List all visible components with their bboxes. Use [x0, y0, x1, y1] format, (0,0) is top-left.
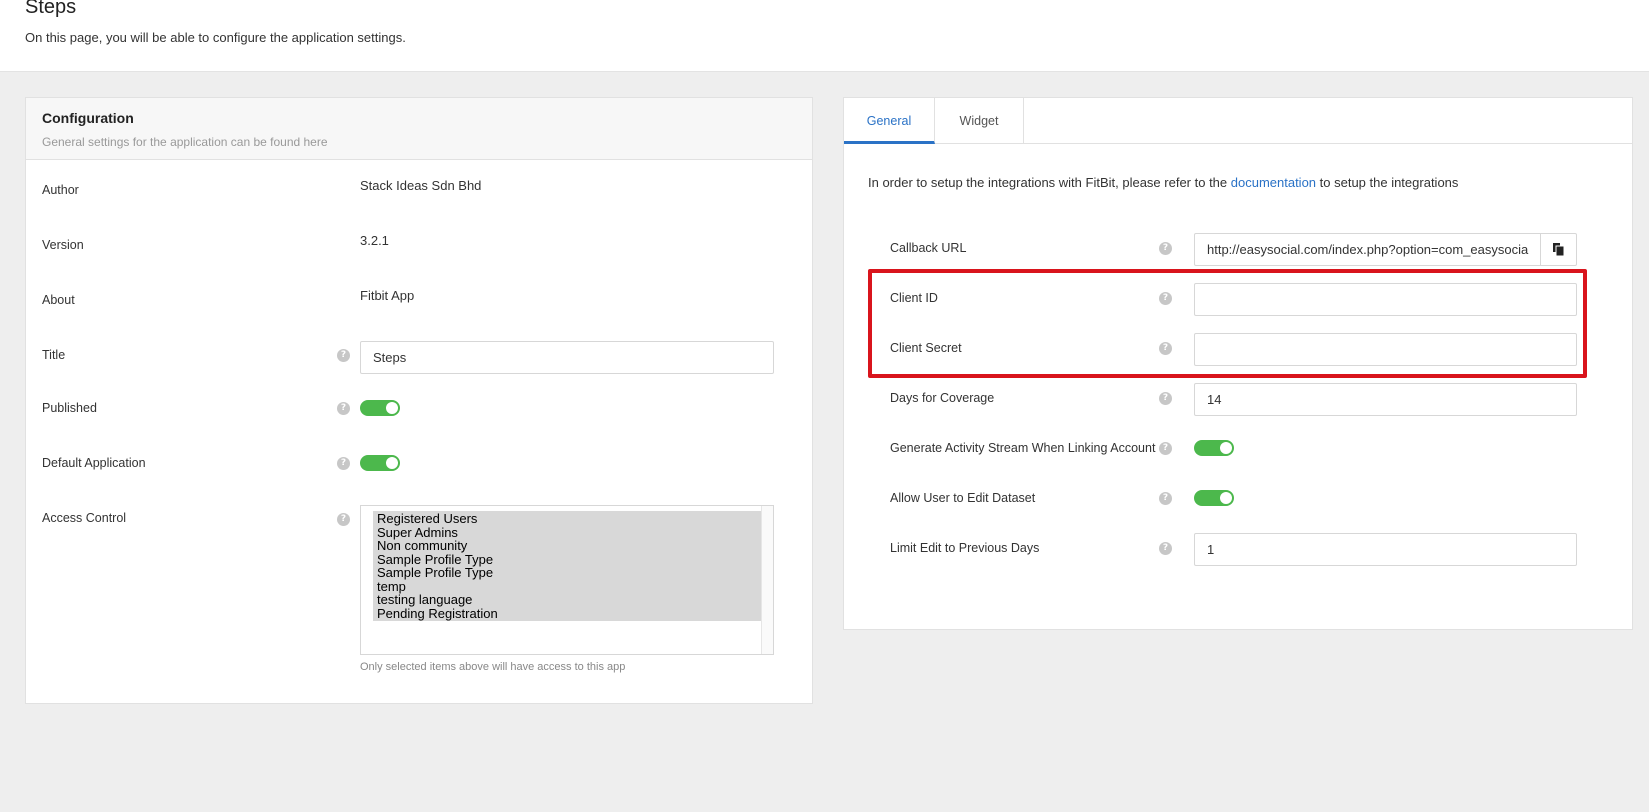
- version-value: 3.2.1: [360, 233, 389, 248]
- access-control-label: Access Control: [42, 511, 127, 525]
- listbox-option[interactable]: Sample Profile Type: [377, 565, 493, 580]
- help-icon[interactable]: ?: [1159, 442, 1172, 455]
- default-application-label: Default Application: [42, 456, 146, 470]
- help-icon[interactable]: ?: [337, 457, 350, 470]
- help-icon[interactable]: ?: [1159, 492, 1172, 505]
- access-control-listbox[interactable]: Registered Users Super Admins Non commun…: [360, 505, 774, 655]
- published-toggle[interactable]: [360, 400, 400, 416]
- tab-widget[interactable]: Widget: [935, 98, 1024, 144]
- listbox-scrollbar[interactable]: [761, 506, 773, 654]
- limit-edit-label: Limit Edit to Previous Days: [890, 541, 1040, 555]
- about-label: About: [42, 293, 75, 307]
- tab-general[interactable]: General: [844, 98, 935, 144]
- settings-panel: General Widget In order to setup the int…: [843, 97, 1633, 630]
- days-coverage-label: Days for Coverage: [890, 391, 995, 405]
- configuration-subtitle: General settings for the application can…: [42, 135, 328, 149]
- help-icon[interactable]: ?: [1159, 342, 1172, 355]
- help-icon[interactable]: ?: [337, 402, 350, 415]
- help-icon[interactable]: ?: [337, 349, 350, 362]
- intro-text-before: In order to setup the integrations with …: [868, 175, 1231, 190]
- days-coverage-input[interactable]: 14: [1194, 383, 1577, 416]
- activity-stream-label: Generate Activity Stream When Linking Ac…: [890, 441, 1156, 455]
- callback-url-label: Callback URL: [890, 241, 967, 255]
- configuration-title: Configuration: [42, 110, 134, 126]
- page-title: Steps: [25, 0, 77, 18]
- tab-bar: General Widget: [844, 98, 1632, 144]
- author-label: Author: [42, 183, 79, 197]
- copy-button[interactable]: [1541, 233, 1577, 266]
- author-value: Stack Ideas Sdn Bhd: [360, 178, 482, 193]
- edit-dataset-toggle[interactable]: [1194, 490, 1234, 506]
- limit-edit-input[interactable]: 1: [1194, 533, 1577, 566]
- listbox-option[interactable]: testing language: [377, 592, 472, 607]
- page-description: On this page, you will be able to config…: [25, 30, 406, 45]
- listbox-option[interactable]: Non community: [377, 538, 467, 553]
- help-icon[interactable]: ?: [1159, 542, 1172, 555]
- about-value: Fitbit App: [360, 288, 415, 303]
- documentation-link[interactable]: documentation: [1231, 175, 1316, 190]
- activity-stream-toggle[interactable]: [1194, 440, 1234, 456]
- listbox-option[interactable]: Pending Registration: [377, 606, 498, 621]
- help-icon[interactable]: ?: [1159, 292, 1172, 305]
- edit-dataset-label: Allow User to Edit Dataset: [890, 491, 1036, 505]
- published-label: Published: [42, 401, 97, 415]
- access-control-hint: Only selected items above will have acce…: [360, 661, 626, 673]
- client-id-label: Client ID: [890, 291, 938, 305]
- configuration-panel-header: Configuration General settings for the a…: [26, 98, 812, 160]
- integration-intro: In order to setup the integrations with …: [868, 175, 1458, 190]
- client-id-input[interactable]: [1194, 283, 1577, 316]
- callback-url-input[interactable]: http://easysocial.com/index.php?option=c…: [1194, 233, 1541, 266]
- default-application-toggle[interactable]: [360, 455, 400, 471]
- copy-icon: [1553, 243, 1565, 257]
- client-secret-input[interactable]: [1194, 333, 1577, 366]
- help-icon[interactable]: ?: [1159, 392, 1172, 405]
- listbox-option[interactable]: Registered Users: [377, 511, 477, 526]
- version-label: Version: [42, 238, 84, 252]
- help-icon[interactable]: ?: [1159, 242, 1172, 255]
- configuration-panel: Configuration General settings for the a…: [25, 97, 813, 704]
- intro-text-after: to setup the integrations: [1316, 175, 1459, 190]
- client-secret-label: Client Secret: [890, 341, 962, 355]
- title-input[interactable]: Steps: [360, 341, 774, 374]
- help-icon[interactable]: ?: [337, 513, 350, 526]
- page-header: Steps On this page, you will be able to …: [0, 0, 1649, 72]
- title-label: Title: [42, 348, 66, 362]
